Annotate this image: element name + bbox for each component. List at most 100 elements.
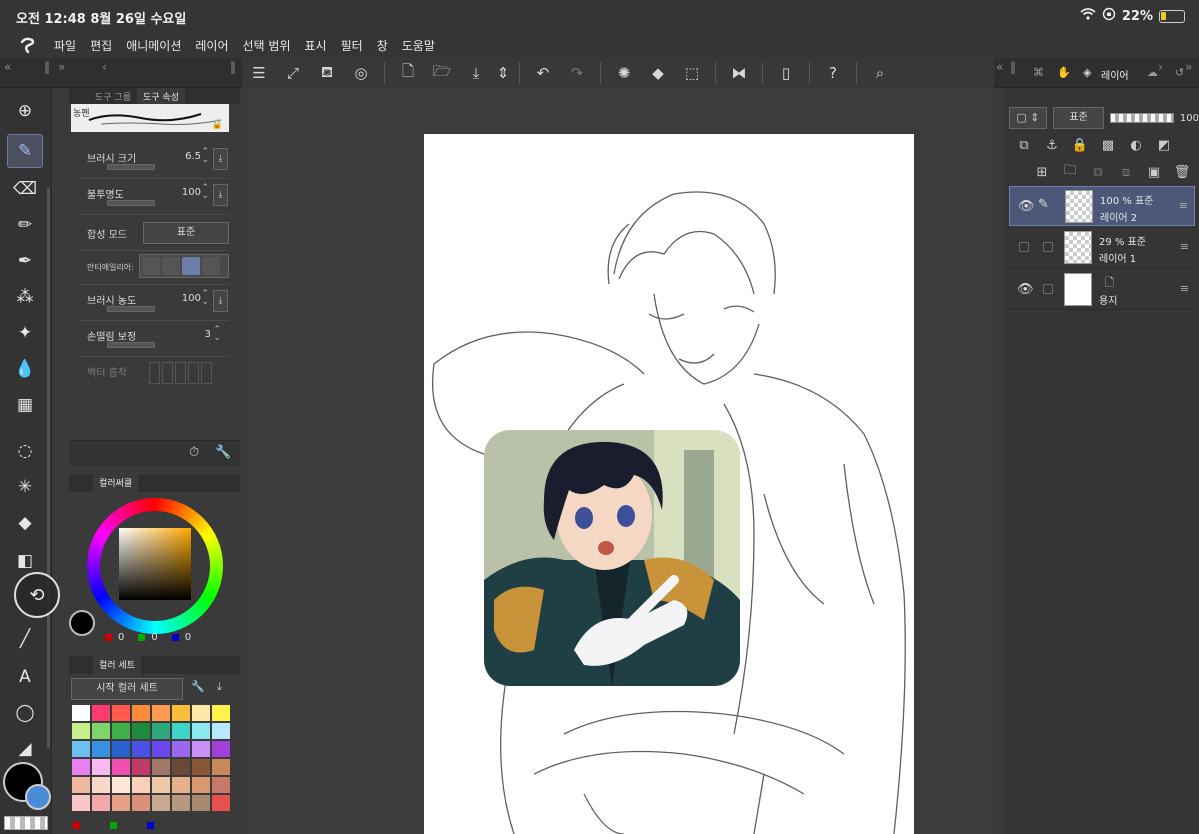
color-swatch[interactable]	[71, 758, 91, 776]
spinner-icon[interactable]: ✺	[609, 60, 639, 86]
download-icon[interactable]: ⤓	[217, 680, 222, 694]
mask-icon[interactable]: ◐	[1127, 138, 1145, 153]
color-swatch[interactable]	[91, 794, 111, 812]
color-set-select[interactable]: 시작 컬러 세트	[71, 678, 183, 700]
line-tool-icon[interactable]: ╱	[7, 622, 43, 656]
tab-layer[interactable]: 레이어	[1101, 67, 1129, 82]
color-swatch[interactable]	[91, 758, 111, 776]
color-swatch[interactable]	[131, 740, 151, 758]
ruler-tool-icon[interactable]: ◢	[7, 732, 43, 766]
lock-transparency-icon[interactable]: ▩	[1099, 138, 1117, 153]
layer-blend-select[interactable]: 표준	[1052, 107, 1105, 129]
download-tool-icon[interactable]: ⊕	[7, 94, 43, 128]
antialias-weak-icon[interactable]	[162, 257, 180, 275]
color-swatch[interactable]	[91, 740, 111, 758]
color-swatch[interactable]	[71, 704, 91, 722]
color-swatch[interactable]	[151, 776, 171, 794]
antialias-none-icon[interactable]	[142, 257, 160, 275]
layer-type-select[interactable]: ▢ ⇕	[1009, 107, 1047, 129]
modifier-key-icon[interactable]: ⟲	[14, 572, 60, 618]
airbrush-tool-icon[interactable]: ⁂	[7, 280, 43, 314]
color-swatch[interactable]	[111, 740, 131, 758]
brush-density-row[interactable]: 브러시 농도 100 ⌃ ⌄ ⤓	[79, 290, 229, 320]
collapse-left-icon[interactable]: «	[4, 60, 11, 74]
wrench-icon[interactable]: 🔧	[191, 680, 205, 693]
undo-icon[interactable]: ↶	[528, 60, 558, 86]
color-swatch[interactable]	[191, 776, 211, 794]
color-swatch[interactable]	[191, 740, 211, 758]
menu-selection[interactable]: 선택 범위	[243, 37, 291, 54]
color-swatch[interactable]	[211, 758, 231, 776]
download-icon[interactable]: ⤓	[213, 184, 228, 206]
menu-icon[interactable]: ☰	[244, 60, 274, 86]
eraser-tool-icon[interactable]: ⌫	[7, 172, 43, 206]
opacity-slider[interactable]	[107, 200, 155, 206]
save-icon[interactable]: ⤓	[461, 60, 491, 86]
color-swatch[interactable]	[111, 722, 131, 740]
tool-scrollbar[interactable]	[47, 188, 50, 748]
layer-row[interactable]: 👁 🗋 용지 ≡	[1009, 270, 1195, 310]
reference-character-image[interactable]	[484, 430, 740, 686]
color-swatch[interactable]	[111, 758, 131, 776]
color-swatch[interactable]	[191, 704, 211, 722]
cloud-icon[interactable]: ☁	[1147, 66, 1158, 79]
vector-snap-options[interactable]	[149, 362, 212, 384]
help-icon[interactable]: ?	[818, 60, 848, 86]
open-folder-icon[interactable]: 🗁	[427, 60, 457, 86]
color-swatch[interactable]	[171, 794, 191, 812]
expand-right-icon[interactable]: »	[58, 60, 65, 74]
color-swatch[interactable]	[171, 722, 191, 740]
color-swatch[interactable]	[151, 758, 171, 776]
color-swatch[interactable]	[71, 794, 91, 812]
updown-icon[interactable]: ⇕	[495, 60, 511, 86]
history-icon[interactable]: ↺	[1175, 66, 1184, 79]
download-icon[interactable]: ⤓	[213, 148, 228, 170]
lasso-tool-icon[interactable]: ◌	[7, 434, 43, 468]
color-swatch[interactable]	[151, 740, 171, 758]
layer-row[interactable]: 👁 ✎ 100 % 표준 레이어 2 ≡	[1009, 186, 1195, 226]
tab-color-set[interactable]: 컬러 세트	[93, 656, 141, 674]
color-swatch[interactable]	[151, 704, 171, 722]
reference-layer-icon[interactable]: ⚓	[1043, 138, 1061, 153]
spin-icon[interactable]: ⌃ ⌄	[201, 148, 209, 165]
layer-opacity-slider[interactable]	[1110, 113, 1174, 123]
color-swatch[interactable]	[191, 758, 211, 776]
color-swatch[interactable]	[191, 794, 211, 812]
menu-filter[interactable]: 필터	[341, 37, 363, 54]
color-swatch[interactable]	[91, 776, 111, 794]
transform-icon[interactable]: ⬚	[677, 60, 707, 86]
color-swatch[interactable]	[131, 794, 151, 812]
menu-help[interactable]: 도움말	[402, 37, 435, 54]
brush-preview[interactable]: 농펜 🔒	[71, 104, 229, 132]
stabilizer-row[interactable]: 손떨림 보정 3 ⌃ ⌄	[79, 326, 229, 356]
grid-tool-icon[interactable]: ▦	[7, 388, 43, 422]
spin-icon[interactable]: ⌃ ⌄	[201, 290, 209, 307]
color-swatch[interactable]	[171, 776, 191, 794]
color-swatch[interactable]	[131, 758, 151, 776]
new-file-icon[interactable]: 🗋	[393, 60, 423, 86]
color-swatch[interactable]	[91, 722, 111, 740]
fill-icon[interactable]: ◆	[643, 60, 673, 86]
brush-size-slider[interactable]	[107, 164, 155, 170]
sub-color-swatch[interactable]	[25, 784, 51, 810]
brush-size-row[interactable]: 브러시 크기 6.5 ⌃ ⌄ ⤓	[79, 148, 229, 178]
wrench-icon[interactable]: 🔧	[215, 445, 231, 460]
lock-icon[interactable]: 🔒	[1071, 138, 1089, 153]
menu-view[interactable]: 표시	[305, 37, 327, 54]
ink-pen-tool-icon[interactable]: ✒	[7, 244, 43, 278]
menu-layer[interactable]: 레이어	[195, 37, 228, 54]
spin-icon[interactable]: ⌃ ⌄	[213, 326, 221, 343]
main-color-swatch[interactable]	[69, 610, 95, 636]
color-swatch[interactable]	[131, 704, 151, 722]
canvas-area[interactable]	[242, 88, 994, 834]
eye-icon[interactable]: 👁	[1018, 199, 1035, 214]
transparent-color-swatch[interactable]	[4, 816, 48, 830]
menu-edit[interactable]: 편집	[90, 37, 112, 54]
download-icon[interactable]: ⤓	[213, 290, 228, 312]
color-swatch[interactable]	[211, 794, 231, 812]
layer-mask-icon[interactable]: ▣	[1145, 165, 1163, 180]
color-swatch[interactable]	[211, 722, 231, 740]
copy-layer-icon[interactable]: ⧉	[1089, 165, 1107, 180]
blend-tool-icon[interactable]: 💧	[7, 352, 43, 386]
app-logo-icon[interactable]	[18, 36, 40, 54]
